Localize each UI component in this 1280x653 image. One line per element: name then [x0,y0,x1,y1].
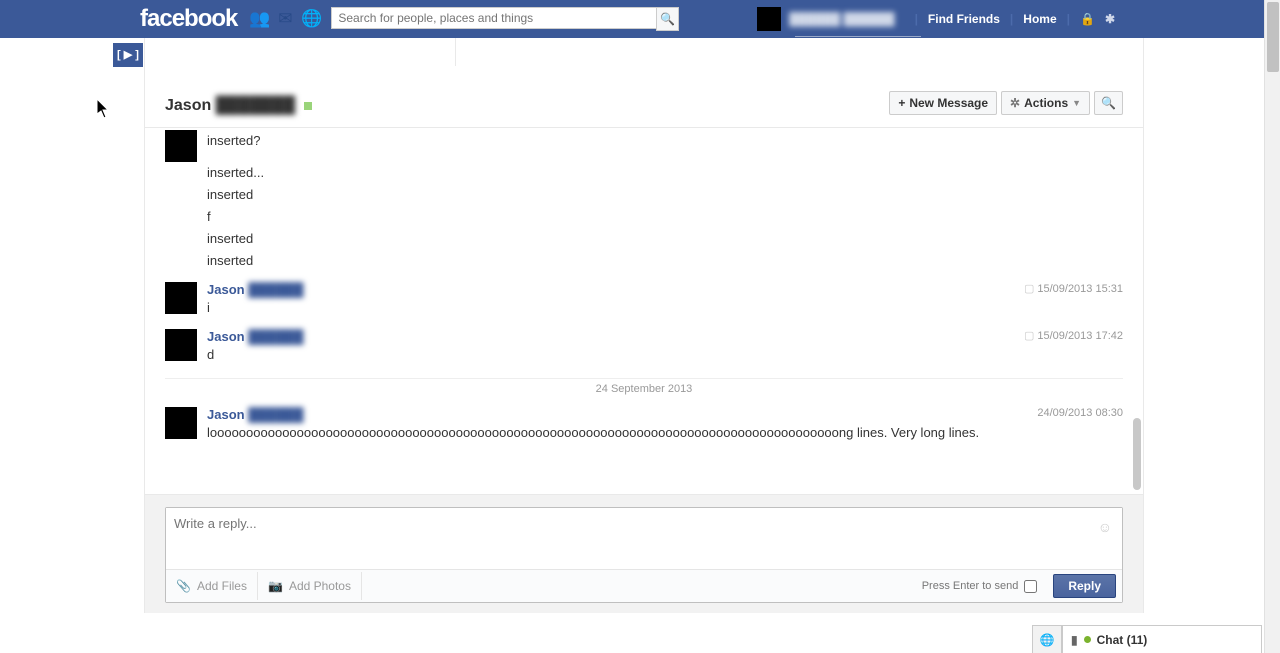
conversation-title[interactable]: Jason ███████ [165,97,312,115]
message-text: inserted [207,228,1123,250]
message-text: inserted? [207,130,1123,152]
message-text: i [207,297,1123,319]
lock-icon[interactable]: 🔒 [1080,12,1095,26]
notifications-icon[interactable]: 🌐 [301,9,321,29]
search-conversation-button[interactable]: 🔍 [1094,91,1123,115]
reply-input[interactable] [166,508,1122,566]
date-divider: 24 September 2013 [165,378,1123,395]
people-icon: ▮ [1071,633,1078,647]
avatar[interactable] [165,130,197,162]
message-text: d [207,344,1123,366]
message-text: looooooooooooooooooooooooooooooooooooooo… [207,422,1123,444]
add-files-button[interactable]: 📎 Add Files [166,572,258,600]
search-input[interactable] [331,7,656,29]
profile-name: ██████ ██████ [789,12,894,26]
comment-icon: ▢ [1024,283,1034,295]
title-first-name: Jason [165,97,211,114]
gear-icon: ✲ [1010,96,1020,110]
paperclip-icon: 📎 [176,579,191,593]
message-sender[interactable]: Jason ██████ [207,407,1123,422]
scrollbar-thumb[interactable] [1267,2,1279,72]
search-icon: 🔍 [1101,96,1116,110]
facebook-logo[interactable]: facebook [140,5,237,33]
message-sender[interactable]: Jason ██████ [207,329,1123,344]
message-timestamp: 24/09/2013 08:30 [1037,407,1123,419]
message-timestamp: ▢15/09/2013 15:31 [1024,282,1123,295]
actions-button[interactable]: ✲ Actions ▼ [1001,91,1090,115]
online-indicator [1084,636,1091,643]
search-button[interactable]: 🔍 [656,7,679,31]
page-scrollbar[interactable] [1264,0,1280,653]
message-text: inserted... [207,162,1123,184]
avatar[interactable] [165,282,197,314]
thread-scrollbar[interactable] [1133,418,1141,490]
friends-icon[interactable]: 👥 [249,9,269,29]
chat-tab[interactable]: ▮ Chat (11) [1062,625,1262,653]
message-sender[interactable]: Jason ██████ [207,282,1123,297]
online-indicator [304,102,312,110]
mouse-cursor [97,99,111,119]
message-text: f [207,206,1123,228]
add-photos-button[interactable]: 📷 Add Photos [258,572,362,600]
camera-icon: 📷 [268,579,283,593]
plus-icon: + [898,96,905,110]
globe-icon: 🌐 [1040,633,1055,647]
enter-to-send-checkbox[interactable] [1024,580,1037,593]
profile-link[interactable]: ██████ ██████ [757,7,904,31]
avatar[interactable] [165,407,197,439]
comment-icon: ▢ [1024,330,1034,342]
message-text: inserted [207,184,1123,206]
enter-to-send-label: Press Enter to send [922,580,1019,592]
chevron-down-icon: ▼ [1072,98,1081,108]
home-link[interactable]: Home [1023,12,1056,26]
message-timestamp: ▢15/09/2013 17:42 [1024,329,1123,342]
collapse-toggle[interactable]: [ ▶ ] [113,43,143,67]
new-message-button[interactable]: + New Message [889,91,997,115]
settings-icon[interactable]: ✱ [1105,12,1115,26]
reply-button[interactable]: Reply [1053,574,1116,598]
emoji-icon[interactable]: ☺ [1098,519,1112,535]
title-last-name: ███████ [216,97,295,114]
ticker-toggle[interactable]: 🌐 [1032,625,1062,653]
messages-icon[interactable]: ✉ [275,9,295,29]
find-friends-link[interactable]: Find Friends [928,12,1000,26]
avatar [757,7,781,31]
message-text: inserted [207,250,1123,272]
avatar[interactable] [165,329,197,361]
